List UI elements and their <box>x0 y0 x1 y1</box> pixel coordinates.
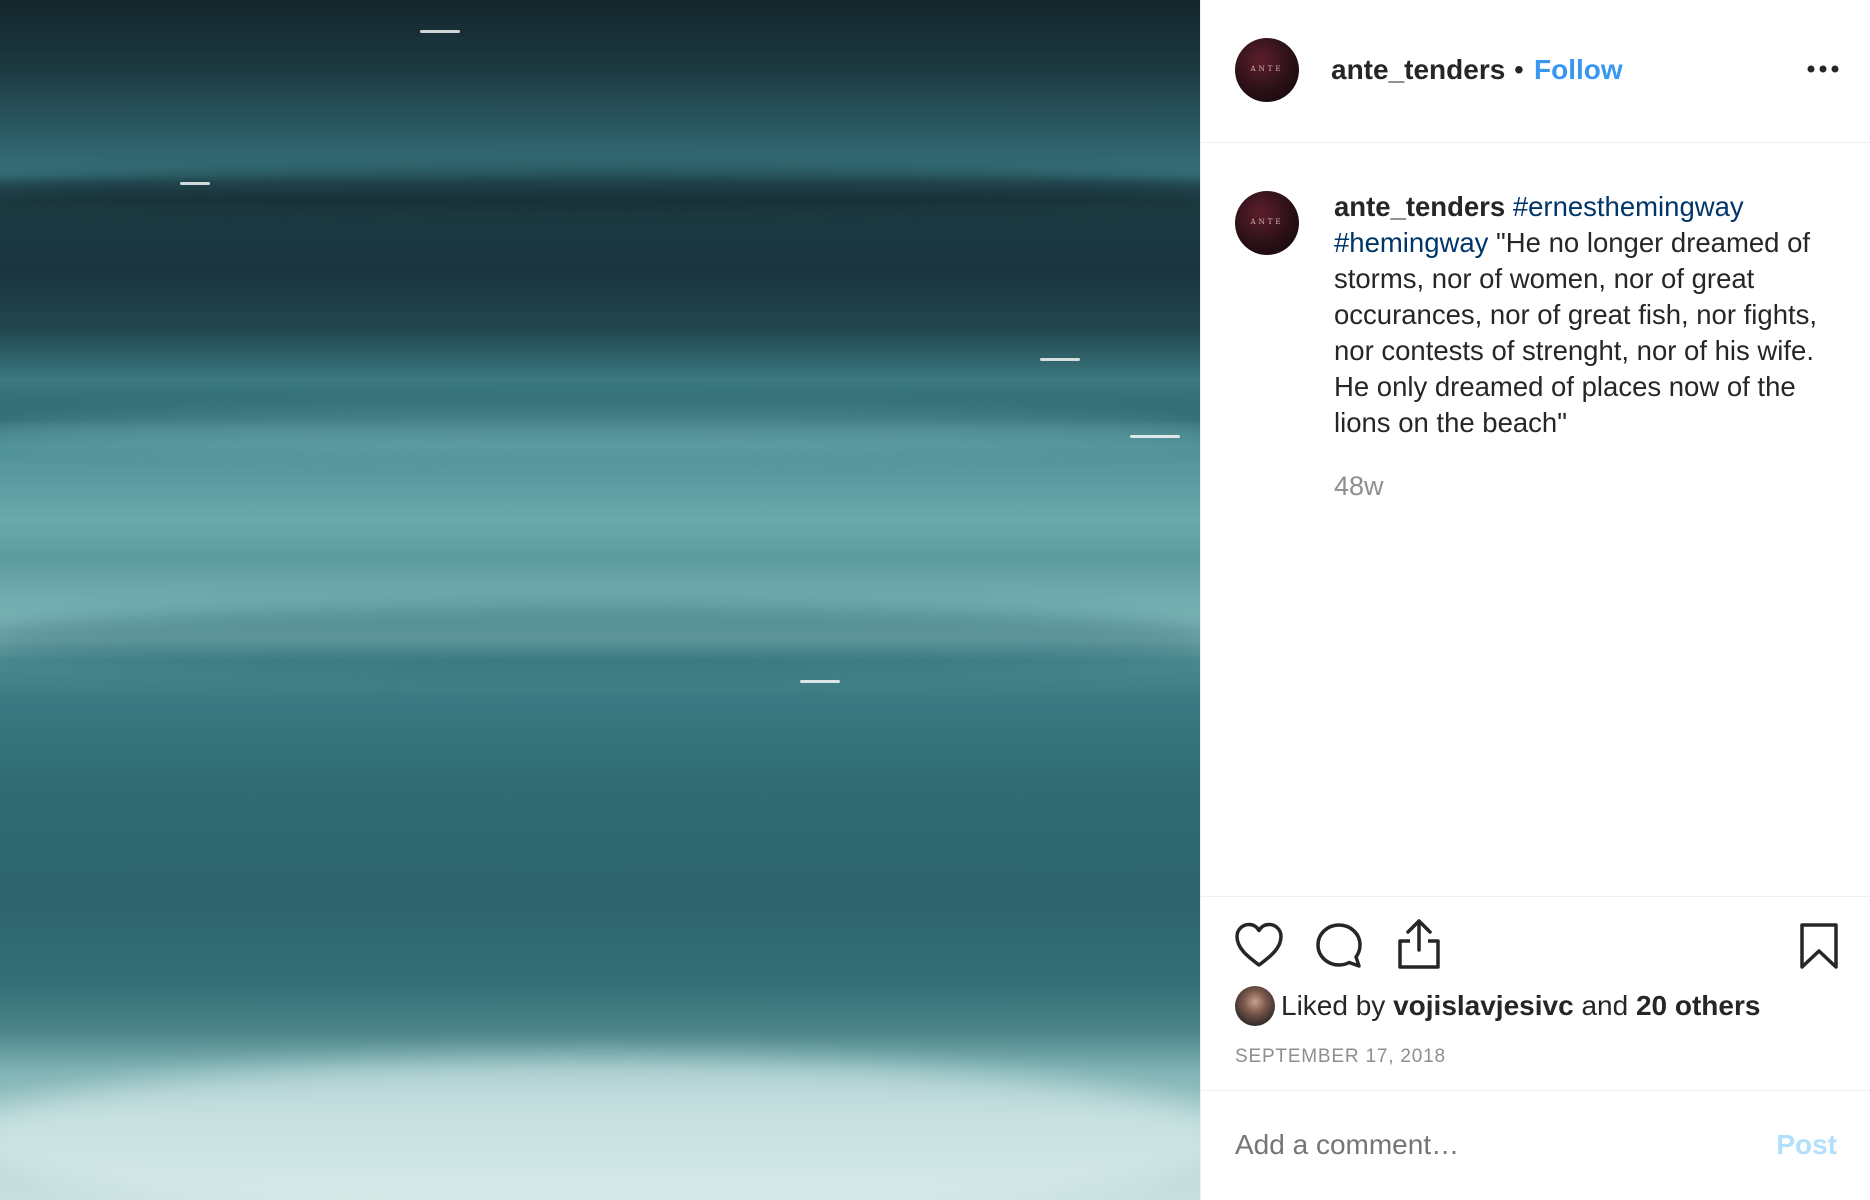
more-options-icon[interactable] <box>1803 54 1843 84</box>
author-username[interactable]: ante_tenders <box>1331 54 1505 86</box>
follow-button[interactable]: Follow <box>1534 54 1623 86</box>
foam-streak <box>1130 435 1180 438</box>
avatar-logo-text: ANTE <box>1250 218 1284 226</box>
liker-username[interactable]: vojislavjesivc <box>1393 990 1574 1022</box>
post-photo[interactable] <box>0 0 1200 1200</box>
caption-username[interactable]: ante_tenders <box>1334 191 1505 222</box>
post-date[interactable]: SEPTEMBER 17, 2018 <box>1235 1046 1446 1068</box>
likes-prefix: Liked by <box>1281 990 1386 1021</box>
wave-band <box>0 605 1200 675</box>
wave-band <box>0 410 1200 450</box>
foam-streak <box>420 30 460 33</box>
post-actions: Liked by vojislavjesivc and 20 others SE… <box>1201 896 1870 1091</box>
caption-body: "He no longer dreamed of storms, nor of … <box>1334 227 1818 438</box>
caption-text: ante_tenders #ernesthemingway #hemingway… <box>1334 189 1844 441</box>
caption-author-avatar[interactable]: ANTE <box>1235 191 1299 255</box>
post-comment-button[interactable]: Post <box>1776 1129 1837 1161</box>
likes-summary: Liked by vojislavjesivc and 20 others <box>1235 985 1760 1027</box>
post-side-panel: ANTE ante_tenders • Follow ANTE ante_ten… <box>1200 0 1870 1200</box>
author-avatar[interactable]: ANTE <box>1235 38 1299 102</box>
header-separator: • <box>1514 54 1524 85</box>
wave-band <box>0 170 1200 210</box>
comment-input[interactable] <box>1235 1129 1715 1161</box>
foam-streak <box>180 182 210 185</box>
share-icon[interactable] <box>1394 917 1444 971</box>
likes-others-link[interactable]: 20 others <box>1636 990 1761 1022</box>
surf-foam <box>0 1060 1200 1200</box>
foam-streak <box>1040 358 1080 361</box>
hashtag-link[interactable]: #ernesthemingway <box>1513 191 1744 222</box>
avatar-logo-text: ANTE <box>1250 65 1284 73</box>
comment-box: Post <box>1201 1090 1870 1200</box>
hashtag-link[interactable]: #hemingway <box>1334 227 1488 258</box>
post-header: ANTE ante_tenders • Follow <box>1201 0 1870 143</box>
heart-icon[interactable] <box>1233 921 1285 969</box>
caption-timestamp[interactable]: 48w <box>1334 471 1384 502</box>
bookmark-icon[interactable] <box>1797 921 1841 971</box>
likes-conjunction: and <box>1581 990 1629 1021</box>
comment-icon[interactable] <box>1314 921 1364 971</box>
foam-streak <box>800 680 840 683</box>
liker-avatar[interactable] <box>1235 986 1275 1026</box>
